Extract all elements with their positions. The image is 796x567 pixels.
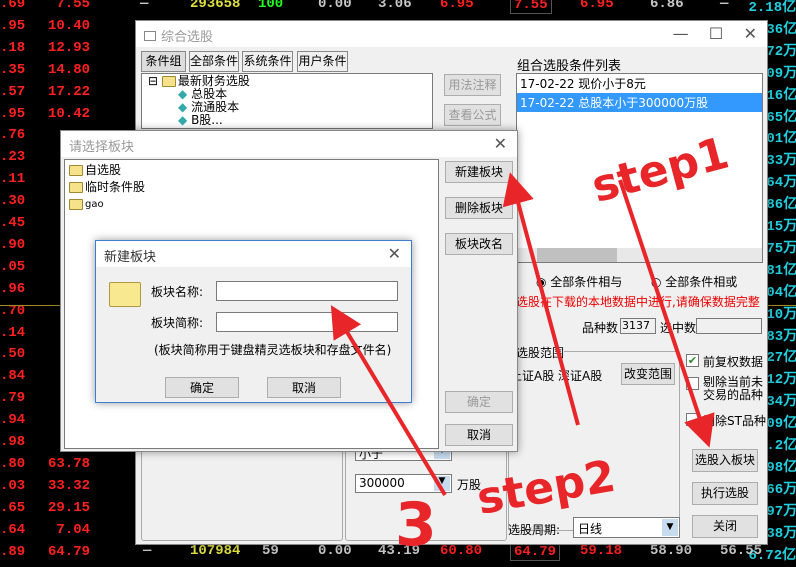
tab-system-conditions[interactable]: 系统条件 (242, 51, 293, 72)
arrow-to-add-to-block (618, 179, 715, 448)
arrow-to-new-block (502, 172, 580, 426)
arrow-to-name-input (330, 305, 447, 497)
annotation-step1: step1 (587, 128, 735, 213)
tab-user-conditions[interactable]: 用户条件 (297, 51, 348, 72)
annotation-overlay: step1 step2 3 (330, 128, 735, 560)
tab-condition-group[interactable]: 条件组 (141, 51, 186, 72)
annotation-step2: step2 (473, 451, 619, 525)
annotation-step3: 3 (395, 490, 437, 560)
tab-all-conditions[interactable]: 全部条件 (189, 51, 239, 72)
